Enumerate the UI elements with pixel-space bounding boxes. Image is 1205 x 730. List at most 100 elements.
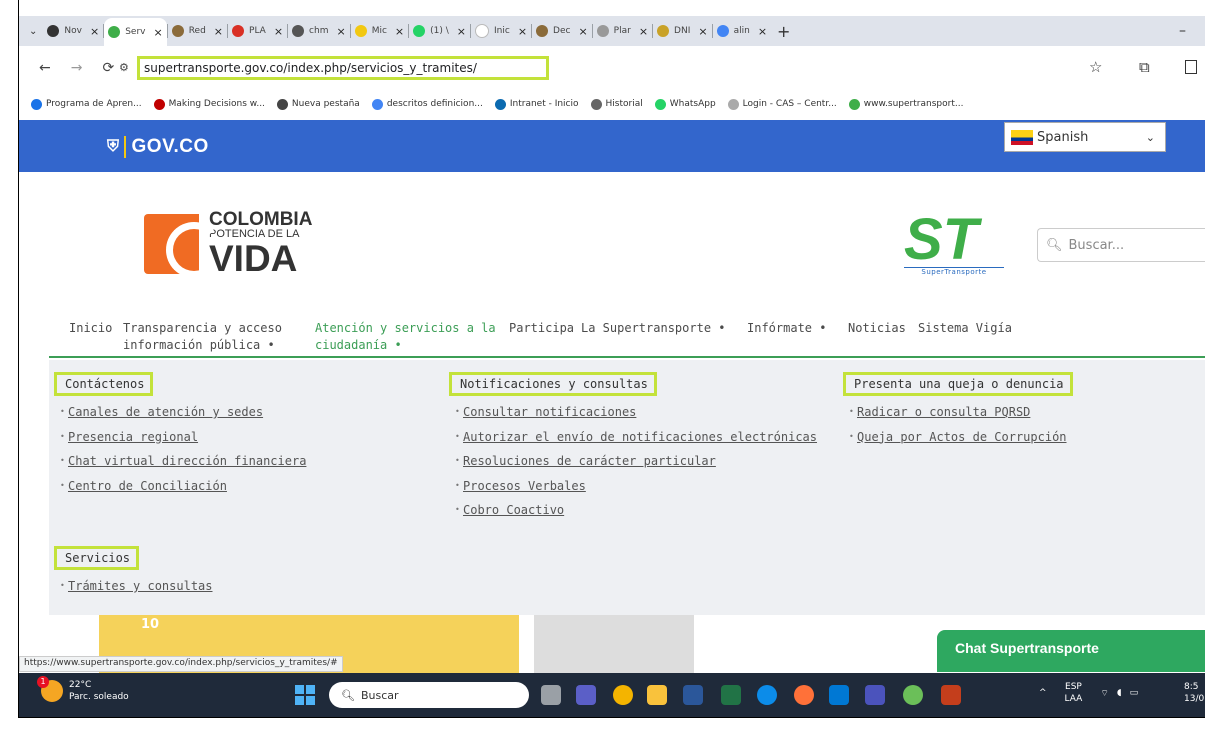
close-tab-icon[interactable]: ×	[457, 25, 466, 38]
bookmark-item[interactable]: Login - CAS – Centr...	[727, 98, 837, 110]
close-tab-icon[interactable]: ×	[395, 25, 404, 38]
bookmark-star-icon[interactable]: ☆	[1089, 58, 1102, 76]
battery-icon[interactable]: ▭	[1130, 688, 1139, 698]
bookmark-item[interactable]: Programa de Apren...	[31, 98, 142, 110]
bookmark-label: www.supertransport...	[863, 99, 964, 109]
browser-tab[interactable]: Nov ×	[43, 20, 103, 42]
browser-tab[interactable]: Red ×	[168, 20, 227, 42]
menu-link[interactable]: Presencia regional	[54, 425, 306, 450]
weather-widget[interactable]: 1 22°C Parc. soleado	[37, 676, 129, 703]
browser-tab[interactable]: (1) \ ×	[409, 20, 470, 42]
site-info-icon[interactable]: ⚙	[119, 61, 129, 74]
minimize-icon[interactable]: –	[1179, 23, 1186, 39]
bookmark-item[interactable]: descritos definicion...	[371, 98, 483, 110]
browser-tab[interactable]: Mic ×	[351, 20, 408, 42]
menu-link[interactable]: Centro de Conciliación	[54, 474, 306, 499]
close-tab-icon[interactable]: ×	[578, 25, 587, 38]
tab-label: Dec	[553, 26, 571, 36]
nav-sistema-vigia[interactable]: Sistema Vigía	[918, 320, 1012, 337]
nav-transparencia[interactable]: Transparencia y acceso información públic…	[123, 320, 282, 354]
app-icon[interactable]	[903, 685, 923, 705]
close-tab-icon[interactable]: ×	[698, 25, 707, 38]
outlook-icon[interactable]	[829, 685, 849, 705]
close-tab-icon[interactable]: ×	[90, 25, 99, 38]
menu-link[interactable]: Trámites y consultas	[54, 574, 213, 599]
nav-atencion[interactable]: Atención y servicios a la ciudadanía •	[315, 320, 496, 354]
tab-search-chevron-icon[interactable]: ⌄	[29, 26, 37, 37]
close-tab-icon[interactable]: ×	[336, 25, 345, 38]
shield-icon	[596, 25, 609, 37]
menu-link[interactable]: Radicar o consulta PQRSD	[843, 400, 1073, 425]
browser-tab[interactable]: chm ×	[288, 20, 350, 42]
menu-link[interactable]: Consultar notificaciones	[449, 400, 817, 425]
browser-tab[interactable]: Inic ×	[471, 20, 531, 42]
tab-label: alin	[733, 26, 750, 36]
govco-logo[interactable]: ⛨ GOV.CO	[107, 136, 209, 158]
bookmark-item[interactable]: Intranet - Inicio	[494, 98, 579, 110]
powerpoint-icon[interactable]	[941, 685, 961, 705]
nav-participa[interactable]: Participa	[509, 320, 574, 337]
nav-informate[interactable]: Infórmate •	[747, 320, 826, 337]
extensions-icon[interactable]: ⧉	[1139, 58, 1150, 76]
menu-link[interactable]: Procesos Verbales	[449, 474, 817, 499]
menu-link[interactable]: Queja por Actos de Corrupción	[843, 425, 1073, 450]
browser-tab[interactable]: PLA ×	[228, 20, 287, 42]
teams-icon[interactable]	[865, 685, 885, 705]
menu-link[interactable]: Cobro Coactivo	[449, 498, 817, 523]
close-tab-icon[interactable]: ×	[214, 25, 223, 38]
file-explorer-icon[interactable]	[647, 685, 667, 705]
bookmark-item[interactable]: Making Decisions w...	[153, 98, 265, 110]
new-tab-icon[interactable]: +	[777, 22, 790, 41]
logo-line3: VIDA	[209, 238, 298, 279]
taskbar-search[interactable]: 🔍︎ Buscar	[329, 682, 529, 708]
bookmark-item[interactable]: WhatsApp	[654, 98, 716, 110]
bookmark-favicon-icon	[494, 98, 506, 110]
browser-tab[interactable]: DNI ×	[653, 20, 712, 42]
volume-icon[interactable]: ◖	[1117, 688, 1122, 698]
browser-tab[interactable]: Dec ×	[532, 20, 592, 42]
clock[interactable]: 8:5 13/0	[1184, 681, 1204, 705]
windows-start-icon[interactable]	[295, 685, 315, 705]
tab-label: Serv	[125, 27, 146, 37]
chat-supertransporte-button[interactable]: Chat Supertransporte	[937, 630, 1205, 672]
bookmark-label: descritos definicion...	[386, 99, 483, 109]
nav-inicio[interactable]: Inicio	[69, 320, 112, 337]
task-view-icon[interactable]	[541, 685, 561, 705]
bookmark-item[interactable]: Historial	[590, 98, 643, 110]
reload-icon[interactable]: ⟳	[102, 60, 114, 76]
close-tab-icon[interactable]: ×	[758, 25, 767, 38]
edge-icon[interactable]	[757, 685, 777, 705]
close-tab-icon[interactable]: ×	[274, 25, 283, 38]
bookmark-item[interactable]: www.supertransport...	[848, 98, 964, 110]
wifi-icon[interactable]: ⌔	[1100, 688, 1108, 699]
forward-icon[interactable]: →	[71, 60, 83, 76]
supertransporte-logo[interactable]: ST SuperTransporte	[904, 210, 1004, 282]
side-panel-icon[interactable]	[1185, 60, 1197, 74]
teams-chat-icon[interactable]	[576, 685, 596, 705]
nav-noticias[interactable]: Noticias	[848, 320, 906, 337]
menu-link[interactable]: Autorizar el envío de notificaciones ele…	[449, 425, 817, 450]
back-icon[interactable]: ←	[39, 60, 51, 76]
excel-icon[interactable]	[721, 685, 741, 705]
word-icon[interactable]	[683, 685, 703, 705]
close-tab-icon[interactable]: ×	[639, 25, 648, 38]
menu-link[interactable]: Resoluciones de carácter particular	[449, 449, 817, 474]
language-value: Spanish	[1037, 129, 1089, 145]
bookmark-item[interactable]: Nueva pestaña	[276, 98, 360, 110]
language-select[interactable]: Spanish ⌄	[1004, 122, 1166, 152]
browser-tab[interactable]: alin ×	[713, 20, 771, 42]
chrome-icon[interactable]	[613, 685, 633, 705]
colombia-potencia-logo[interactable]: COLOMBIA POTENCIA DE LA VIDA	[144, 210, 312, 279]
url-input[interactable]: supertransporte.gov.co/index.php/servici…	[137, 56, 549, 80]
input-language[interactable]: ESP LAA	[1065, 681, 1083, 705]
browser-tab[interactable]: Plar ×	[593, 20, 652, 42]
menu-link[interactable]: Chat virtual dirección financiera	[54, 449, 306, 474]
close-tab-icon[interactable]: ×	[518, 25, 527, 38]
site-search-input[interactable]: 🔍︎ Buscar...	[1037, 228, 1205, 262]
menu-link[interactable]: Canales de atención y sedes	[54, 400, 306, 425]
firefox-icon[interactable]	[794, 685, 814, 705]
close-tab-icon[interactable]: ×	[153, 26, 162, 39]
show-hidden-icons-icon[interactable]: ^	[1039, 688, 1047, 698]
browser-tab[interactable]: Serv ×	[104, 18, 167, 46]
nav-la-supertransporte[interactable]: La Supertransporte •	[581, 320, 726, 337]
